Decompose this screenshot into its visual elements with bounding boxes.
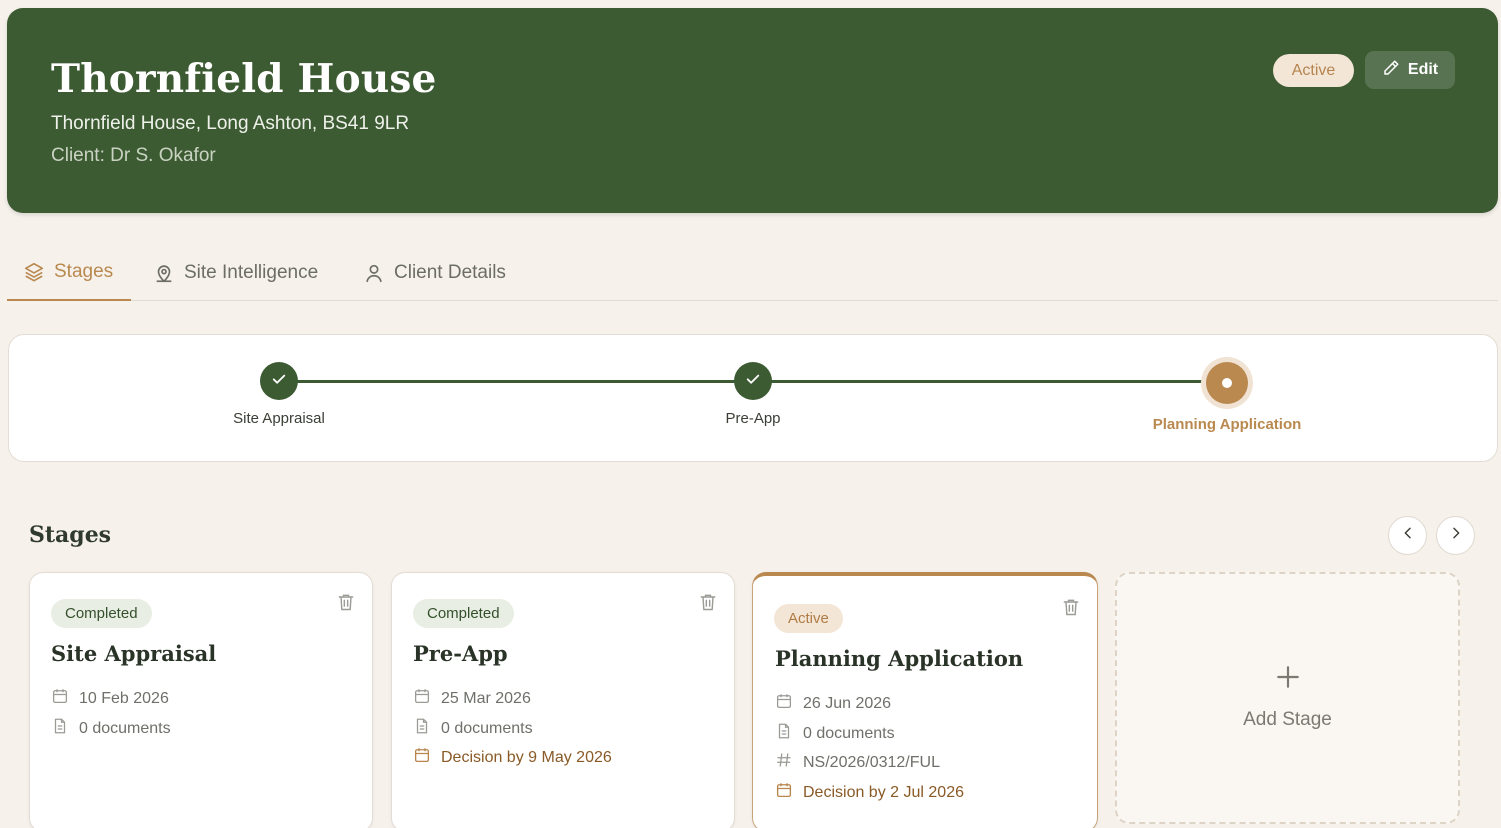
chevron-right-icon [1448,525,1464,546]
stage-reference: NS/2026/0312/FUL [775,751,940,774]
calendar-icon [775,781,793,804]
step-label-planning-application: Planning Application [1152,416,1302,433]
stage-decision-date: Decision by 2 Jul 2026 [775,781,964,804]
plus-icon [1117,664,1458,695]
document-icon [775,722,793,745]
pencil-icon [1382,59,1400,82]
document-icon [413,717,431,740]
status-badge: Completed [413,599,514,628]
stage-card-site-appraisal[interactable]: Completed Site Appraisal 10 Feb 2026 0 d… [29,572,373,828]
stage-title: Site Appraisal [51,641,217,666]
stage-decision-date: Decision by 9 May 2026 [413,746,612,769]
tab-label: Site Intelligence [184,262,319,283]
step-complete-marker [260,362,298,400]
progress-connector [287,380,757,383]
project-title: Thornfield House [51,56,437,102]
add-stage-label: Add Stage [1243,709,1332,730]
tab-label: Client Details [394,262,506,283]
hash-icon [775,751,793,774]
calendar-icon [51,687,69,710]
stage-title: Pre-App [413,641,508,666]
status-badge: Active [774,604,843,633]
calendar-icon [413,687,431,710]
tab-site-intelligence[interactable]: Site Intelligence [137,245,334,301]
user-icon [363,262,385,284]
step-current-marker [1201,357,1253,409]
step-label-pre-app: Pre-App [725,410,781,427]
edit-button[interactable]: Edit [1365,51,1455,89]
tab-client-details[interactable]: Client Details [347,245,522,301]
trash-icon[interactable] [336,591,356,618]
stage-documents: 0 documents [413,717,533,740]
edit-label: Edit [1407,61,1439,78]
stage-card-pre-app[interactable]: Completed Pre-App 25 Mar 2026 0 document… [391,572,735,828]
layers-icon [23,261,45,283]
stage-documents: 0 documents [775,722,895,745]
stage-date: 25 Mar 2026 [413,687,531,710]
project-header: Thornfield House Thornfield House, Long … [7,8,1498,213]
step-complete-marker [734,362,772,400]
trash-icon[interactable] [698,591,718,618]
trash-icon[interactable] [1061,596,1081,623]
stage-documents: 0 documents [51,717,171,740]
step-label-site-appraisal: Site Appraisal [233,410,325,427]
project-client: Client: Dr S. Okafor [51,145,216,166]
tab-bar: Stages Site Intelligence Client Details [7,245,1498,301]
document-icon [51,717,69,740]
stages-heading: Stages [29,522,112,548]
stage-title: Planning Application [775,646,1024,671]
project-address: Thornfield House, Long Ashton, BS41 9LR [51,113,410,134]
prev-stage-button[interactable] [1388,516,1427,555]
stage-card-planning-application[interactable]: Active Planning Application 26 Jun 2026 … [752,572,1098,828]
status-badge: Completed [51,599,152,628]
stage-date: 10 Feb 2026 [51,687,169,710]
progress-connector [761,380,1231,383]
check-icon [270,370,288,393]
stage-date: 26 Jun 2026 [775,692,891,715]
tab-label: Stages [54,261,114,282]
next-stage-button[interactable] [1436,516,1475,555]
project-status-badge: Active [1273,54,1354,87]
current-dot-icon [1206,362,1248,404]
add-stage-button[interactable]: Add Stage [1115,572,1460,824]
chevron-left-icon [1400,525,1416,546]
check-icon [744,370,762,393]
calendar-icon [775,692,793,715]
stage-progress: Site Appraisal Pre-App Planning Applicat… [8,334,1498,462]
map-pin-icon [153,262,175,284]
tab-stages[interactable]: Stages [7,245,131,301]
calendar-icon [413,746,431,769]
